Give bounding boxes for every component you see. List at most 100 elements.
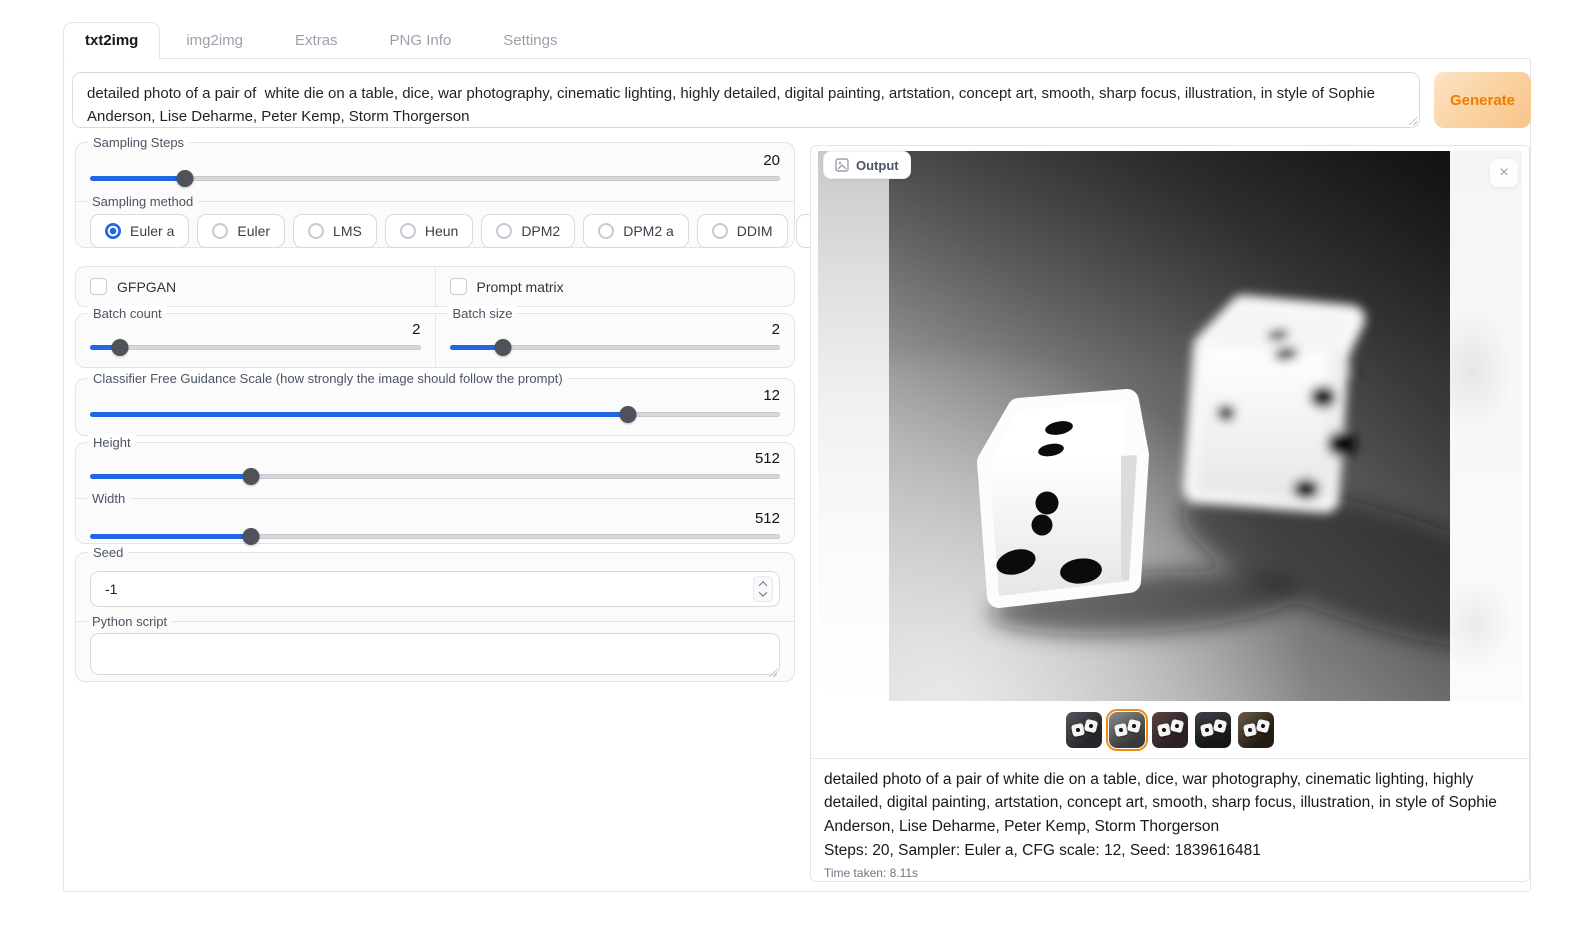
image-icon xyxy=(835,158,849,172)
die-icon xyxy=(1084,718,1099,733)
radio-icon[interactable] xyxy=(308,223,324,239)
divider: Python script xyxy=(75,621,795,622)
tab-settings[interactable]: Settings xyxy=(477,22,583,59)
slider-handle[interactable] xyxy=(495,339,512,356)
radio-ddim[interactable]: DDIM xyxy=(697,214,788,248)
die-icon xyxy=(1170,718,1185,733)
prompt-matrix-label: Prompt matrix xyxy=(477,279,564,295)
radio-icon[interactable] xyxy=(598,223,614,239)
die-icon xyxy=(1213,718,1228,733)
slider-fill xyxy=(90,474,251,479)
width-slider[interactable] xyxy=(90,528,780,546)
tab-img2img[interactable]: img2img xyxy=(160,22,269,59)
seed-input[interactable] xyxy=(90,571,780,607)
dimensions-group: Height 512 Width 512 xyxy=(75,442,795,544)
radio-dpm2[interactable]: DPM2 xyxy=(481,214,575,248)
prompt-matrix-option[interactable]: Prompt matrix xyxy=(436,267,795,306)
radio-icon[interactable] xyxy=(212,223,228,239)
batch-count-slider[interactable] xyxy=(90,339,421,357)
thumbnail-4[interactable] xyxy=(1195,712,1231,748)
radio-label: DDIM xyxy=(737,223,773,239)
radio-icon[interactable] xyxy=(712,223,728,239)
slider-handle[interactable] xyxy=(176,170,193,187)
prompt-box: detailed photo of a pair of white die on… xyxy=(72,72,1420,128)
thumbnail-5[interactable] xyxy=(1238,712,1274,748)
output-image[interactable] xyxy=(889,151,1451,701)
width-value: 512 xyxy=(90,499,780,527)
radio-icon[interactable] xyxy=(105,223,121,239)
output-caption: detailed photo of a pair of white die on… xyxy=(811,758,1529,881)
die-icon xyxy=(1114,722,1128,736)
prompt-matrix-checkbox[interactable] xyxy=(450,278,467,295)
slider-handle[interactable] xyxy=(112,339,129,356)
slider-fill xyxy=(90,534,251,539)
tab-png-info[interactable]: PNG Info xyxy=(364,22,478,59)
slider-track[interactable] xyxy=(90,176,780,181)
gfpgan-checkbox[interactable] xyxy=(90,278,107,295)
gfpgan-option[interactable]: GFPGAN xyxy=(76,267,435,306)
die-icon xyxy=(1071,722,1085,736)
prompt-input[interactable]: detailed photo of a pair of white die on… xyxy=(72,72,1420,128)
output-header: Output xyxy=(823,151,911,179)
gfpgan-label: GFPGAN xyxy=(117,279,176,295)
batch-size-slider[interactable] xyxy=(450,339,781,357)
radio-dpm2-a[interactable]: DPM2 a xyxy=(583,214,689,248)
generate-button[interactable]: Generate xyxy=(1434,72,1531,128)
radio-euler-a[interactable]: Euler a xyxy=(90,214,189,248)
batch-size-label: Batch size xyxy=(448,305,518,322)
height-label: Height xyxy=(88,434,136,451)
seed-group: Seed Python script xyxy=(75,552,795,682)
radio-icon[interactable] xyxy=(496,223,512,239)
height-slider[interactable] xyxy=(90,468,780,486)
radio-euler[interactable]: Euler xyxy=(197,214,285,248)
caption-time: Time taken: 8.11s xyxy=(824,866,1516,880)
cfg-scale-slider[interactable] xyxy=(90,406,780,424)
batch-size-field: Batch size 2 xyxy=(436,314,795,367)
thumbnail-3[interactable] xyxy=(1152,712,1188,748)
image-viewer: Output × xyxy=(818,151,1522,701)
cfg-scale-label: Classifier Free Guidance Scale (how stro… xyxy=(88,370,568,387)
divider: Width xyxy=(75,498,795,499)
chevron-down-icon[interactable] xyxy=(759,588,767,596)
sampling-group: Sampling Steps 20 Sampling method Euler … xyxy=(75,142,795,248)
radio-label: DPM2 xyxy=(521,223,560,239)
radio-lms[interactable]: LMS xyxy=(293,214,377,248)
die-icon xyxy=(1256,718,1271,733)
python-script-input[interactable] xyxy=(90,633,780,675)
tab-txt2img[interactable]: txt2img xyxy=(63,22,160,59)
output-panel: Output × detailed photo of a pair of whi… xyxy=(810,145,1530,882)
slider-handle[interactable] xyxy=(243,468,260,485)
gallery-next-peek xyxy=(1450,151,1522,701)
tab-extras[interactable]: Extras xyxy=(269,22,364,59)
gallery-prev-peek xyxy=(818,151,889,701)
slider-handle[interactable] xyxy=(243,528,260,545)
tab-bar: txt2img img2img Extras PNG Info Settings xyxy=(63,22,583,59)
batch-count-label: Batch count xyxy=(88,305,167,322)
close-icon[interactable]: × xyxy=(1490,159,1518,187)
batch-group: Batch count 2 Batch size 2 xyxy=(75,313,795,368)
settings-column: Sampling Steps 20 Sampling method Euler … xyxy=(75,142,795,682)
slider-handle[interactable] xyxy=(620,406,637,423)
output-label: Output xyxy=(856,158,899,173)
batch-count-field: Batch count 2 xyxy=(76,314,435,367)
slider-fill xyxy=(90,176,185,181)
width-label: Width xyxy=(87,490,130,507)
toggles-group: GFPGAN Prompt matrix xyxy=(75,266,795,307)
radio-heun[interactable]: Heun xyxy=(385,214,473,248)
seed-label: Seed xyxy=(88,544,128,561)
radio-icon[interactable] xyxy=(400,223,416,239)
thumbnail-1[interactable] xyxy=(1066,712,1102,748)
python-script-label: Python script xyxy=(87,613,172,630)
sampling-steps-label: Sampling Steps xyxy=(88,134,189,151)
divider: Sampling method xyxy=(75,201,795,202)
sampling-steps-slider[interactable] xyxy=(90,170,780,188)
radio-label: Euler a xyxy=(130,223,174,239)
radio-label: Euler xyxy=(237,223,270,239)
die-icon xyxy=(1200,722,1214,736)
slider-track[interactable] xyxy=(90,345,421,350)
radio-label: Heun xyxy=(425,223,458,239)
cfg-scale-group: Classifier Free Guidance Scale (how stro… xyxy=(75,378,795,436)
thumbnail-2[interactable] xyxy=(1109,712,1145,748)
seed-stepper[interactable] xyxy=(753,576,773,602)
die-icon xyxy=(1243,722,1257,736)
